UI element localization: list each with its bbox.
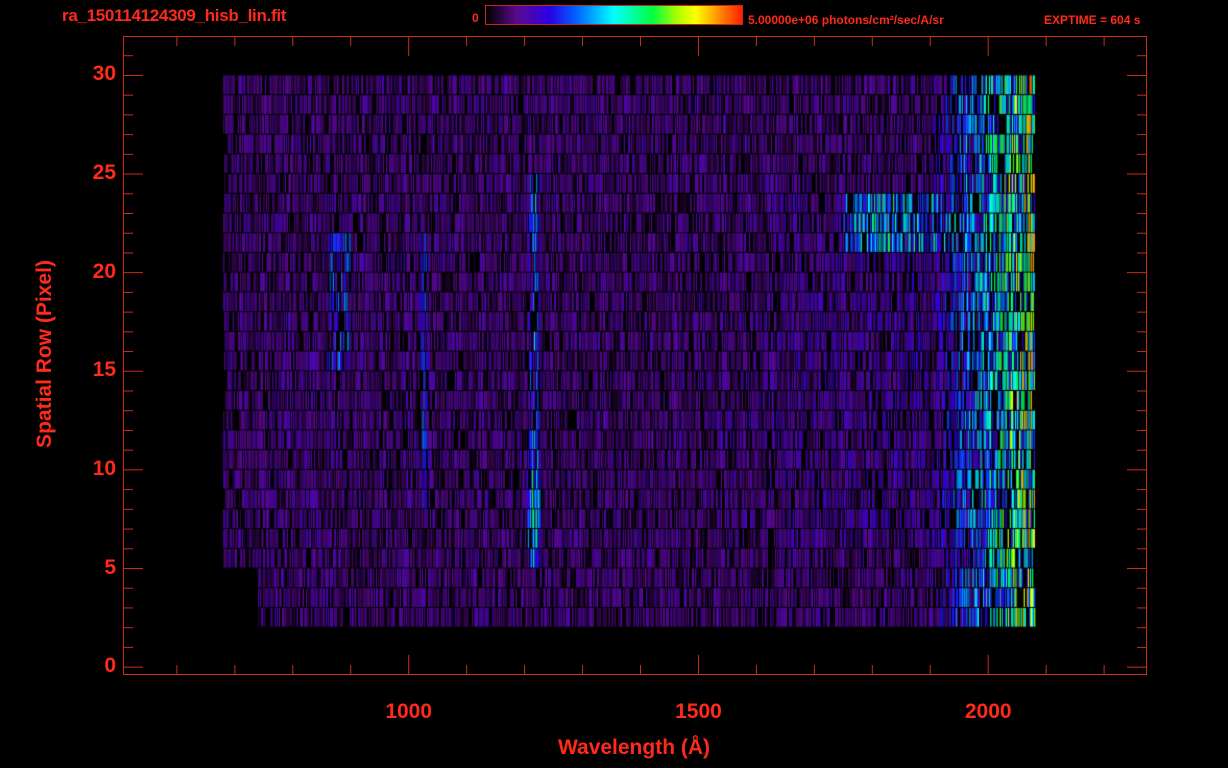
y-axis-label: Spatial Row (Pixel)	[33, 260, 56, 448]
y-tick-label: 20	[92, 259, 116, 283]
y-tick-label: 0	[104, 654, 116, 678]
x-axis-label: Wavelength (Å)	[557, 736, 711, 759]
x-tick-label: 1500	[675, 700, 722, 723]
y-tick-label: 5	[104, 555, 116, 579]
y-tick-label: 25	[92, 161, 116, 185]
y-tick-label: 30	[92, 62, 116, 86]
y-tick-label: 15	[92, 358, 116, 382]
axis-ticks	[123, 36, 1147, 675]
x-tick-label: 2000	[964, 700, 1012, 723]
x-tick-label: 1000	[385, 700, 433, 723]
y-tick-label: 10	[92, 456, 116, 480]
